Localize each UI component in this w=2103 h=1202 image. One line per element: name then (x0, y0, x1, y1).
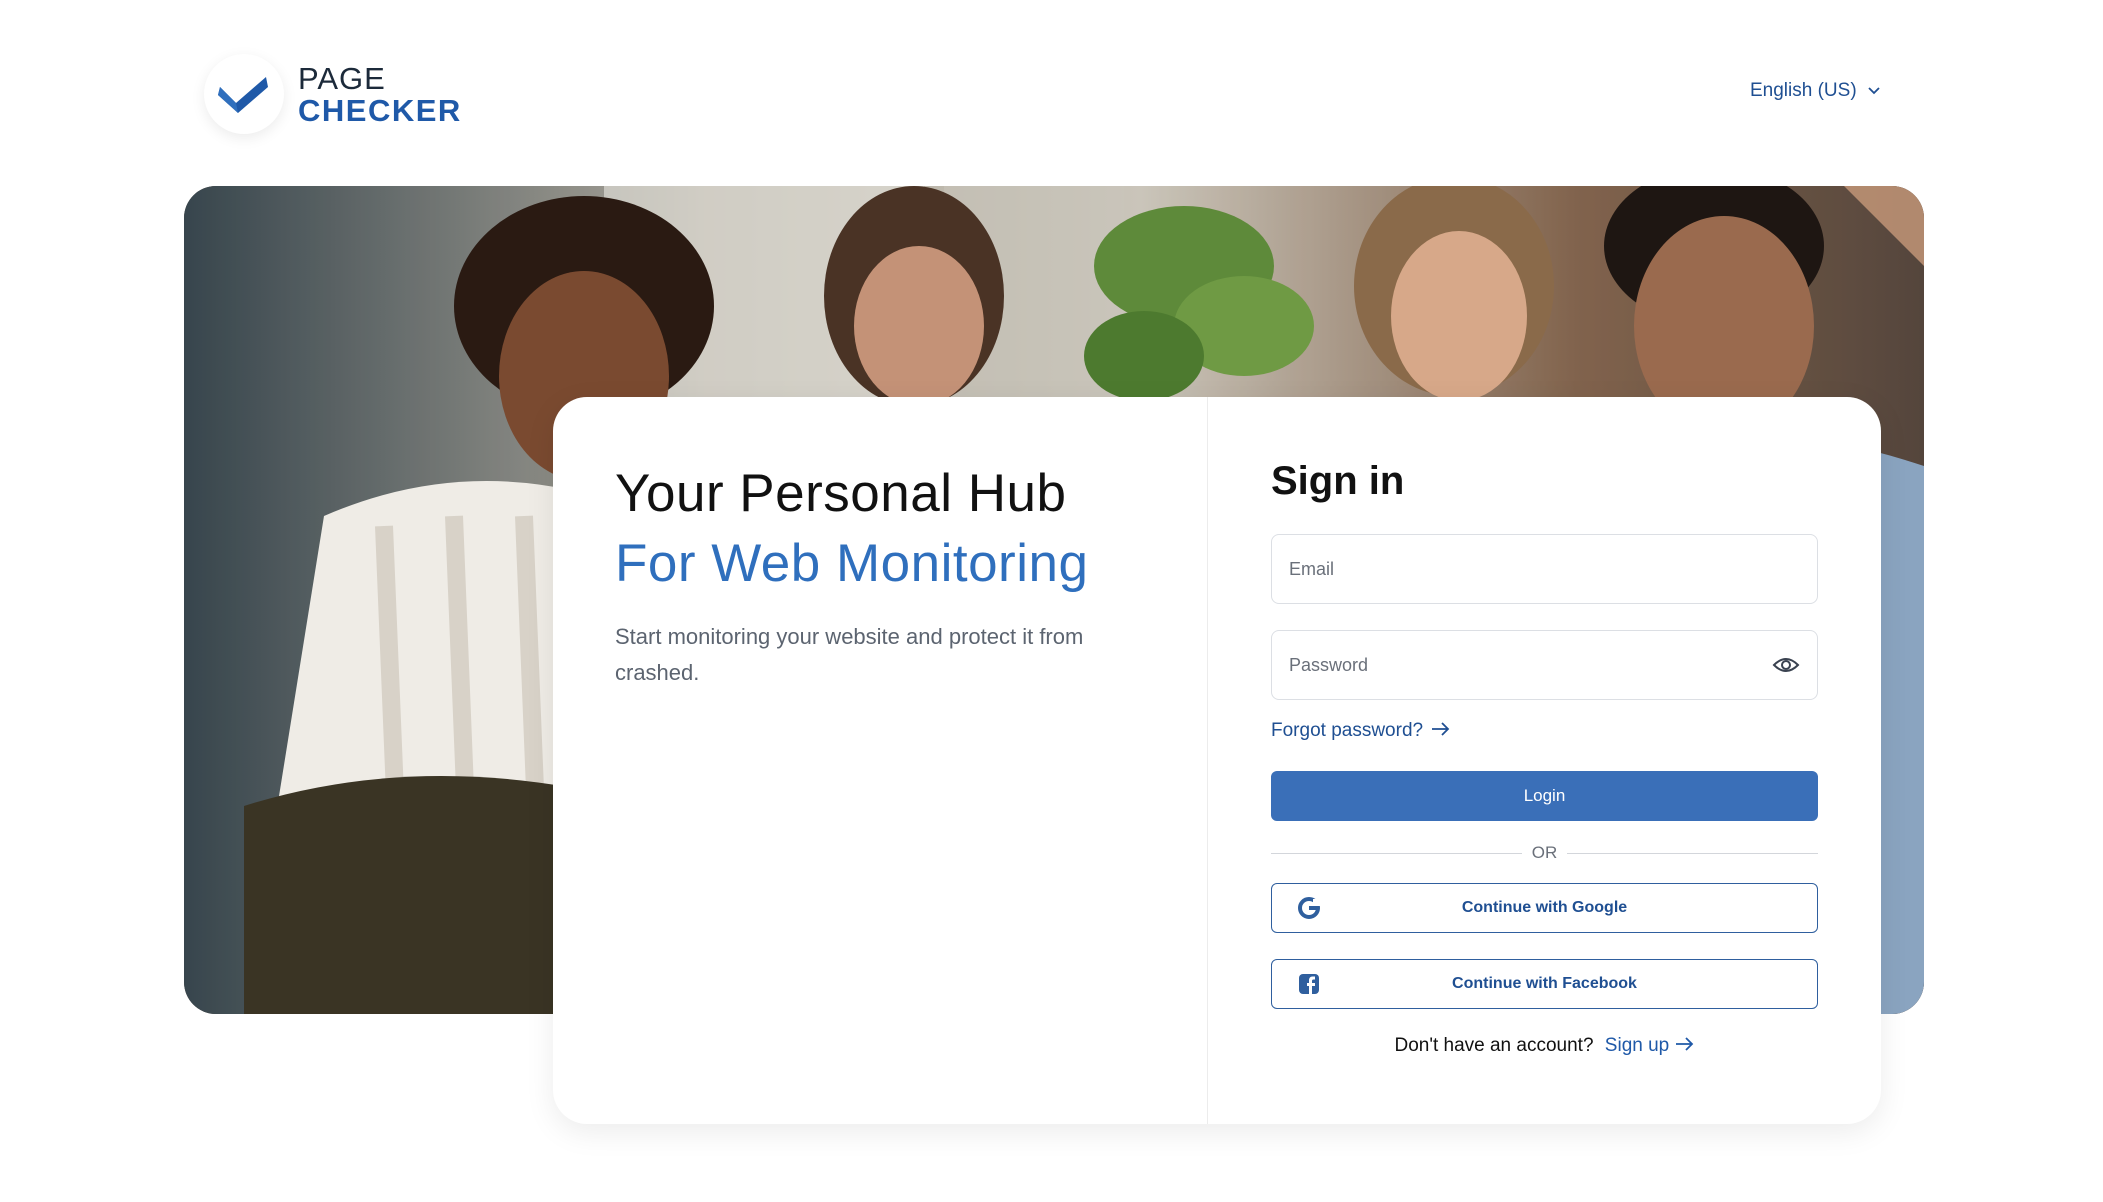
hero-title-line1: Your Personal Hub (615, 464, 1067, 523)
login-button[interactable]: Login (1271, 771, 1818, 821)
hero-subtitle: Start monitoring your website and protec… (615, 624, 1084, 685)
or-label: OR (1531, 843, 1558, 862)
no-account-text: Don't have an account? (1394, 1035, 1594, 1056)
google-button-label: Continue with Google (1461, 899, 1628, 916)
google-icon (1298, 897, 1320, 919)
signup-prompt: Don't have an account? Sign up (1271, 1035, 1818, 1057)
facebook-icon (1298, 973, 1320, 995)
arrow-right-icon (1675, 1035, 1695, 1056)
brand-logo[interactable]: PAGE CHECKER (204, 54, 462, 134)
password-input[interactable] (1289, 654, 1772, 676)
continue-with-facebook-button[interactable]: Continue with Facebook (1271, 959, 1818, 1009)
forgot-password-link[interactable]: Forgot password? (1271, 720, 1451, 742)
signup-label: Sign up (1604, 1035, 1670, 1056)
language-selector[interactable]: English (US) (1750, 80, 1881, 102)
or-separator: OR (1271, 841, 1818, 865)
continue-with-google-button[interactable]: Continue with Google (1271, 883, 1818, 933)
logo-text-page: PAGE (298, 60, 386, 96)
divider-line-left (1271, 852, 1522, 854)
password-field[interactable] (1271, 630, 1818, 700)
divider-line-right (1567, 852, 1818, 854)
chevron-down-icon (1867, 80, 1881, 102)
signup-link[interactable]: Sign up (1605, 1035, 1695, 1056)
language-label: English (US) (1750, 80, 1857, 101)
email-input[interactable] (1289, 558, 1800, 580)
email-field[interactable] (1271, 534, 1818, 604)
signin-card: Your Personal Hub For Web Monitoring Sta… (553, 397, 1881, 1124)
logo-wordmark: PAGE CHECKER (298, 63, 462, 126)
hero-title-line2: For Web Monitoring (615, 534, 1089, 593)
arrow-right-icon (1431, 720, 1451, 742)
forgot-password-label: Forgot password? (1271, 720, 1424, 741)
facebook-button-label: Continue with Facebook (1452, 975, 1637, 992)
signin-heading: Sign in (1271, 459, 1405, 503)
checkmark-logo-icon (204, 54, 284, 134)
card-divider (1207, 397, 1208, 1124)
logo-text-checker: CHECKER (298, 92, 462, 128)
eye-icon[interactable] (1772, 650, 1800, 680)
